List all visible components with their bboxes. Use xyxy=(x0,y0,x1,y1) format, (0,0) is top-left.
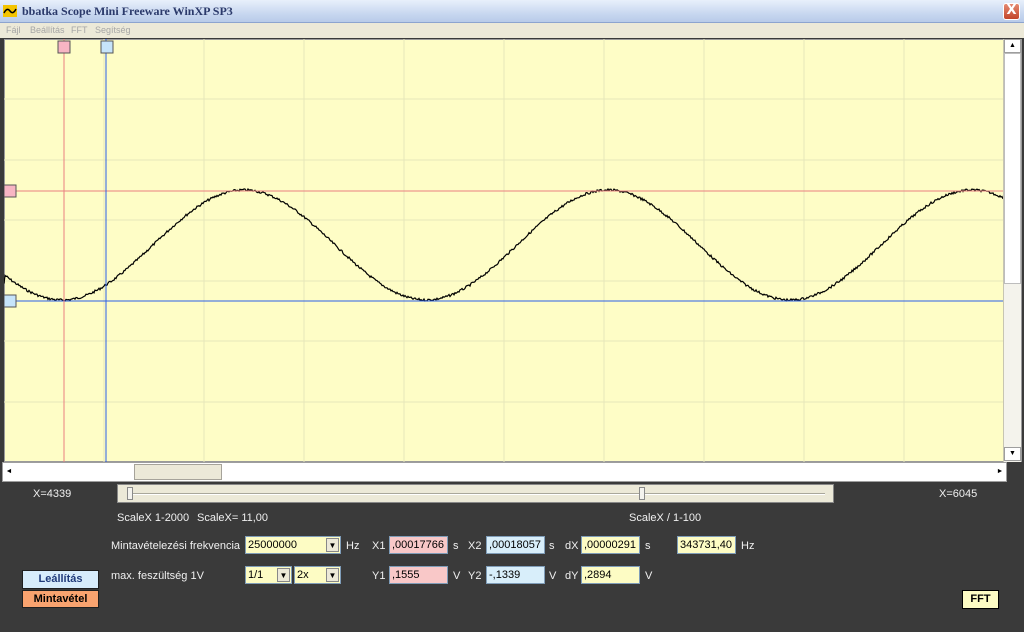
max-voltage-label: max. feszültség 1V xyxy=(111,570,204,582)
cursor-y1-handle xyxy=(4,184,17,198)
dy-field[interactable]: ,2894 xyxy=(581,566,640,584)
gain-select[interactable]: 2x ▼ xyxy=(294,566,341,584)
sampling-frequency-label: Mintavételezési frekvencia xyxy=(111,540,241,552)
horizontal-scrollbar[interactable]: ◄ ► xyxy=(2,462,1007,482)
sampling-frequency-value: 25000000 xyxy=(248,539,297,551)
x2-field[interactable]: ,00018057 xyxy=(486,536,545,554)
dropdown-arrow-icon[interactable]: ▼ xyxy=(277,568,290,582)
x1-label: X1 xyxy=(372,540,386,552)
x-left-readout: X=4339 xyxy=(33,488,72,500)
cursor-y2-handle xyxy=(4,294,17,308)
dx-unit: s xyxy=(645,540,651,552)
scale-range-label: ScaleX 1-2000 xyxy=(117,512,190,524)
y1-field[interactable]: ,1555 xyxy=(389,566,448,584)
y1-label: Y1 xyxy=(372,570,386,582)
scroll-right-icon[interactable]: ► xyxy=(994,464,1006,480)
scope-app-icon xyxy=(3,5,17,17)
control-panel xyxy=(0,483,1024,632)
x2-label: X2 xyxy=(468,540,482,552)
divider-value: 1/1 xyxy=(248,569,264,581)
y2-label: Y2 xyxy=(468,570,482,582)
scroll-left-icon[interactable]: ◄ xyxy=(3,464,15,480)
menu-fft[interactable]: FFT xyxy=(71,25,88,35)
slider-thumb-right[interactable] xyxy=(639,487,645,500)
menu-file[interactable]: Fájl xyxy=(6,25,21,35)
fft-button[interactable]: FFT xyxy=(962,590,999,609)
slider-thumb-left[interactable] xyxy=(127,487,133,500)
divider-select[interactable]: 1/1 ▼ xyxy=(245,566,292,584)
dropdown-arrow-icon[interactable]: ▼ xyxy=(326,568,339,582)
x-right-readout: X=6045 xyxy=(939,488,978,500)
menu-bar: Fájl Beállítás FFT Segítség xyxy=(0,23,1024,38)
sampling-unit: Hz xyxy=(346,540,360,552)
dx-field[interactable]: ,00000291 xyxy=(581,536,640,554)
stop-button[interactable]: Leállítás xyxy=(22,570,99,589)
x1-unit: s xyxy=(453,540,459,552)
close-button[interactable]: X xyxy=(1003,3,1020,20)
sample-button[interactable]: Mintavétel xyxy=(22,590,99,608)
frequency-unit: Hz xyxy=(741,540,755,552)
vertical-scroll-thumb[interactable] xyxy=(1004,53,1021,284)
x1-field[interactable]: ,00017766 xyxy=(389,536,448,554)
menu-help[interactable]: Segítség xyxy=(95,25,131,35)
scroll-down-icon[interactable]: ▼ xyxy=(1004,447,1021,461)
plot-grid xyxy=(4,39,1003,462)
sampling-frequency-select[interactable]: 25000000 ▼ xyxy=(245,536,341,554)
dropdown-arrow-icon[interactable]: ▼ xyxy=(326,538,339,552)
dy-unit: V xyxy=(645,570,653,582)
frequency-field[interactable]: 343731,40 xyxy=(677,536,736,554)
menu-settings[interactable]: Beállítás xyxy=(30,25,65,35)
scroll-up-icon[interactable]: ▲ xyxy=(1004,39,1021,53)
gain-value: 2x xyxy=(297,569,309,581)
dx-label: dX xyxy=(565,540,579,552)
y2-field[interactable]: -,1339 xyxy=(486,566,545,584)
vertical-scrollbar[interactable]: ▲ ▼ xyxy=(1003,39,1021,462)
scale-value-label: ScaleX= 11,00 xyxy=(197,512,269,524)
dy-label: dY xyxy=(565,570,579,582)
slider-groove xyxy=(128,493,825,495)
y1-unit: V xyxy=(453,570,461,582)
x-range-slider[interactable] xyxy=(117,484,834,503)
oscilloscope-plot[interactable] xyxy=(4,39,1003,462)
horizontal-scroll-thumb[interactable] xyxy=(134,464,222,480)
cursor-x1-handle xyxy=(57,40,71,54)
scale-divider-label: ScaleX / 1-100 xyxy=(629,512,702,524)
cursor-x2-handle xyxy=(100,40,114,54)
title-bar: bbatka Scope Mini Freeware WinXP SP3 X xyxy=(0,0,1024,23)
y2-unit: V xyxy=(549,570,557,582)
window-title: bbatka Scope Mini Freeware WinXP SP3 xyxy=(22,4,233,18)
x2-unit: s xyxy=(549,540,555,552)
